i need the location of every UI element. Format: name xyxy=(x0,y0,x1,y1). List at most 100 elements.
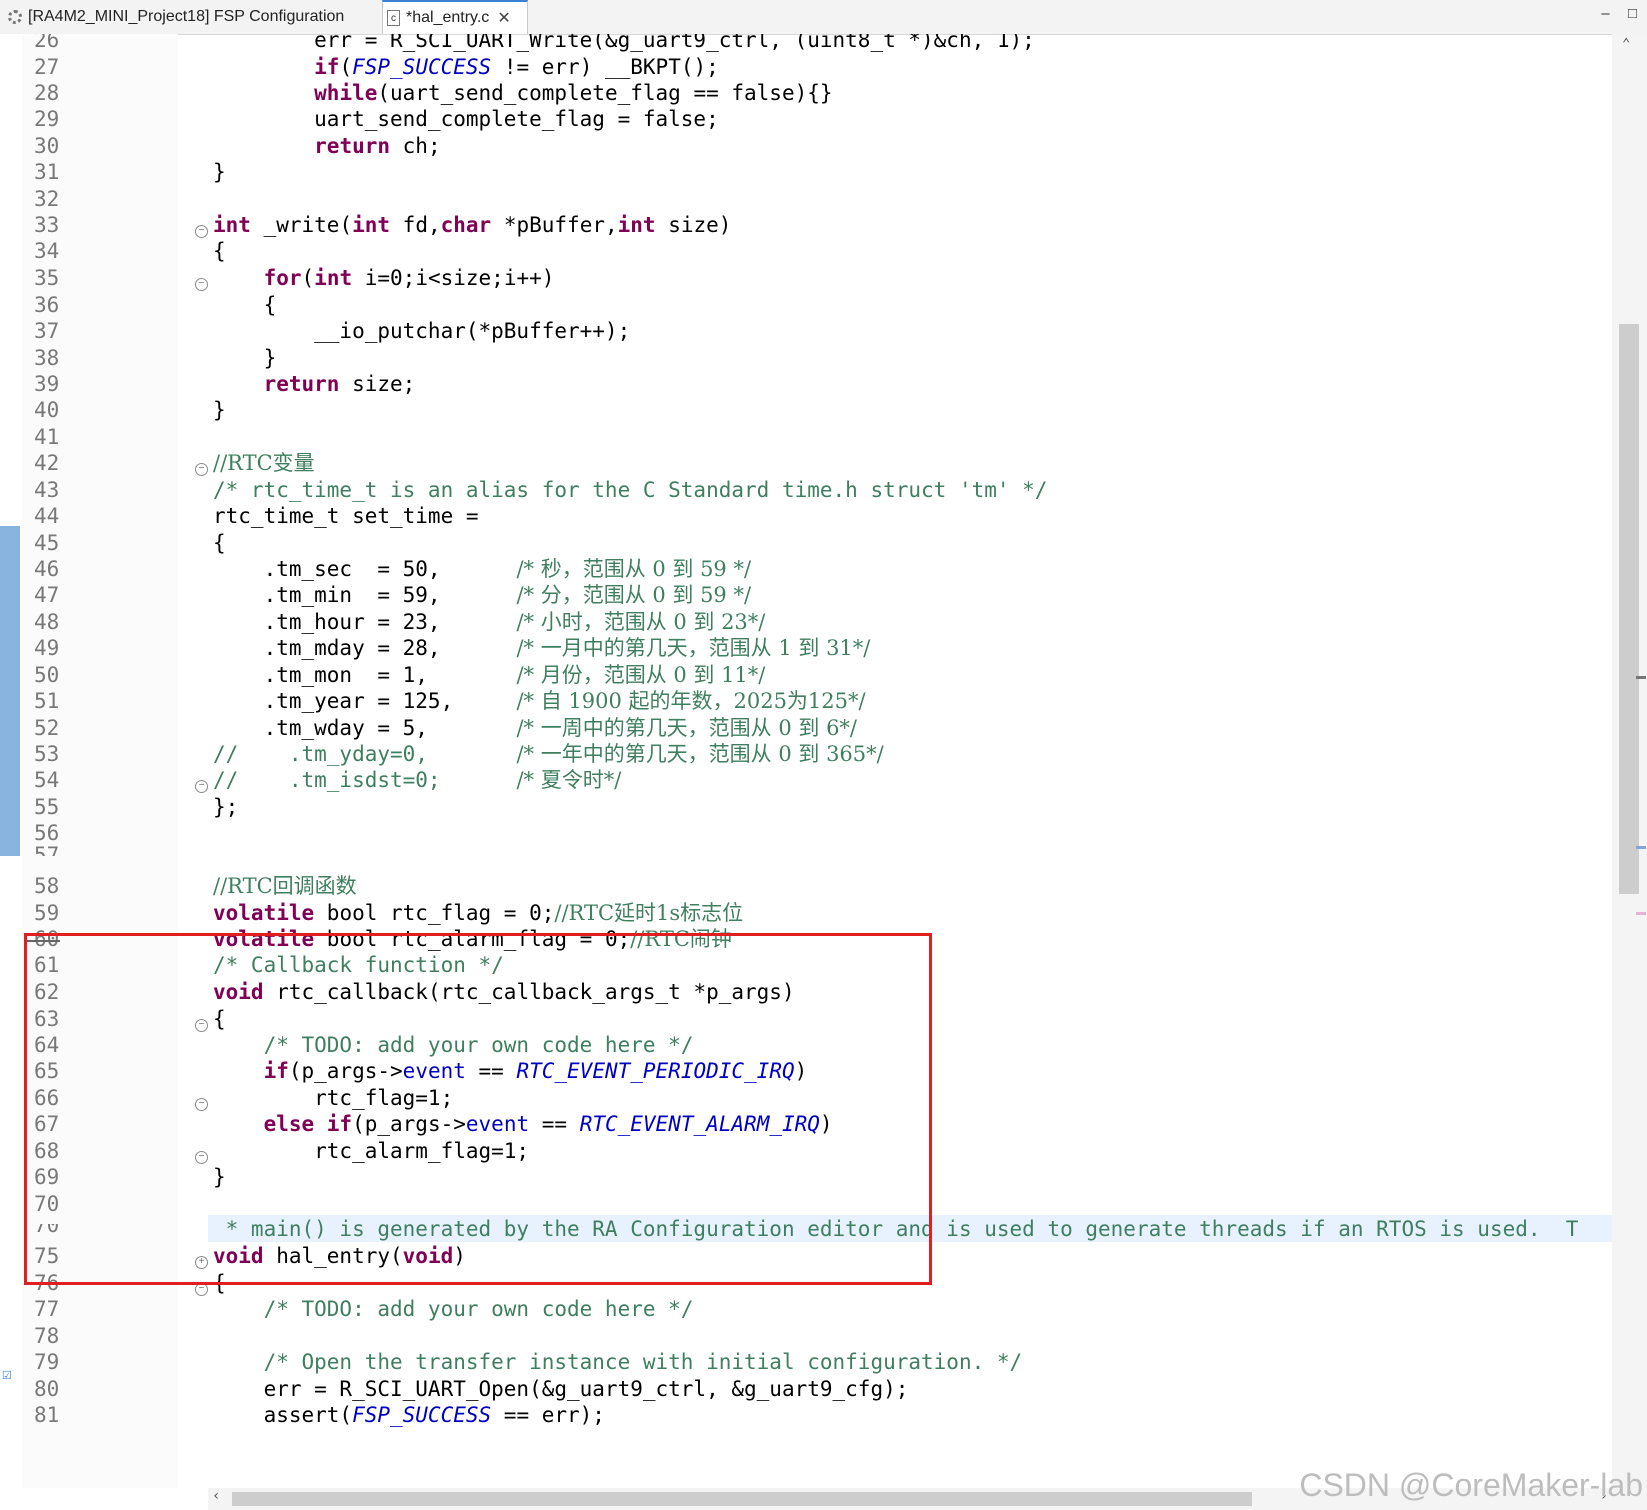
code-line: .tm_sec = 50, /* 秒，范围从 0 到 59 */ xyxy=(213,557,752,581)
line-number: 33 xyxy=(34,213,60,237)
code-line: //RTC变量 xyxy=(213,451,315,475)
line-number: 49 xyxy=(34,636,60,660)
c-file-icon: c xyxy=(387,10,400,26)
folded-region-divider xyxy=(24,940,60,942)
line-number: 53 xyxy=(34,742,60,766)
code-line: } xyxy=(213,1165,226,1189)
line-number: 50 xyxy=(34,663,60,687)
code-line: if(FSP_SUCCESS != err) __BKPT(); xyxy=(314,55,719,79)
line-number: 67 xyxy=(34,1112,60,1136)
line-number: 32 xyxy=(34,187,60,211)
overview-marker[interactable] xyxy=(1636,676,1646,679)
line-number: 80 xyxy=(34,1377,60,1401)
code-line: // .tm_yday=0, /* 一年中的第几天，范围从 0 到 365*/ xyxy=(213,742,884,766)
minimize-button[interactable]: – xyxy=(1601,5,1609,22)
line-number: 34 xyxy=(34,239,60,263)
overview-marker[interactable] xyxy=(1636,912,1646,915)
line-number: 68 xyxy=(34,1139,60,1163)
task-marker-icon[interactable]: ☑ xyxy=(2,1364,12,1383)
tab-label: [RA4M2_MINI_Project18] FSP Configuration xyxy=(28,8,345,25)
line-number: 75 xyxy=(34,1244,60,1268)
line-number: 27 xyxy=(34,55,60,79)
code-editor[interactable]: ☑ 26 27 28 29 30 31 32 33 34 35 36 37 38… xyxy=(0,34,1612,1488)
line-number: 77 xyxy=(34,1297,60,1321)
fold-toggle-icon[interactable]: − xyxy=(195,225,208,238)
expand-toggle-icon[interactable]: + xyxy=(195,1256,208,1269)
code-line: /* TODO: add your own code here */ xyxy=(213,1033,694,1057)
close-icon[interactable]: ✕ xyxy=(497,8,510,28)
code-line: if(p_args->event == RTC_EVENT_PERIODIC_I… xyxy=(263,1059,808,1083)
scroll-thumb[interactable] xyxy=(1619,324,1639,894)
fold-toggle-icon[interactable]: − xyxy=(195,1019,208,1032)
line-number: 58 xyxy=(34,874,60,898)
line-number: 52 xyxy=(34,716,60,740)
line-number: 76 xyxy=(34,1271,60,1295)
code-line: err = R_SCI_UART_Open(&g_uart9_ctrl, &g_… xyxy=(213,1377,909,1401)
chevron-left-icon[interactable]: ‹ xyxy=(212,1488,220,1504)
code-line: /* Callback function */ xyxy=(213,953,504,977)
code-line: while(uart_send_complete_flag == false){… xyxy=(314,81,833,105)
line-number: 40 xyxy=(34,398,60,422)
line-number: 47 xyxy=(34,583,60,607)
fold-toggle-icon[interactable]: − xyxy=(195,278,208,291)
code-line: .tm_min = 59, /* 分，范围从 0 到 59 */ xyxy=(213,583,752,607)
line-number: 61 xyxy=(34,953,60,977)
line-number: 39 xyxy=(34,372,60,396)
vertical-scrollbar[interactable]: ⌃ xyxy=(1612,34,1647,1510)
maximize-button[interactable]: □ xyxy=(1628,5,1637,22)
line-number: 36 xyxy=(34,293,60,317)
code-line: uart_send_complete_flag = false; xyxy=(213,107,719,131)
line-number: 31 xyxy=(34,160,60,184)
code-line: .tm_mday = 28, /* 一月中的第几天，范围从 1 到 31*/ xyxy=(213,636,871,660)
line-number: 78 xyxy=(34,1324,60,1348)
code-line: volatile bool rtc_alarm_flag = 0;//RTC闹钟 xyxy=(213,927,732,951)
gear-icon xyxy=(8,10,22,24)
editor-tab-bar: [RA4M2_MINI_Project18] FSP Configuration… xyxy=(0,0,1647,35)
tab-fsp-configuration[interactable]: [RA4M2_MINI_Project18] FSP Configuration xyxy=(4,0,379,34)
line-number: 38 xyxy=(34,346,60,370)
code-line: volatile bool rtc_flag = 0;//RTC延时1s标志位 xyxy=(213,901,744,925)
code-line: .tm_year = 125, /* 自 1900 起的年数，2025为125*… xyxy=(213,689,866,713)
code-line: } xyxy=(213,160,226,184)
code-line: /* rtc_time_t is an alias for the C Stan… xyxy=(213,478,1048,502)
code-line: // .tm_isdst=0; /* 夏令时*/ xyxy=(213,768,622,792)
window-controls: – □ xyxy=(1587,5,1637,22)
fold-toggle-icon[interactable]: − xyxy=(195,1283,208,1296)
chevron-up-icon[interactable]: ⌃ xyxy=(1622,36,1630,52)
scroll-thumb[interactable] xyxy=(232,1492,1252,1506)
line-number: 42 xyxy=(34,451,60,475)
code-line: return size; xyxy=(263,372,416,396)
code-line: } xyxy=(213,346,277,370)
code-line: /* Open the transfer instance with initi… xyxy=(213,1350,1023,1374)
code-line: else if(p_args->event == RTC_EVENT_ALARM… xyxy=(263,1112,833,1136)
line-number: 70 xyxy=(34,1192,60,1216)
fold-toggle-icon[interactable]: − xyxy=(195,463,208,476)
line-number: 43 xyxy=(34,478,60,502)
line-number: 70 xyxy=(34,1224,60,1237)
code-line: void rtc_callback(rtc_callback_args_t *p… xyxy=(213,980,795,1004)
line-number: 65 xyxy=(34,1059,60,1083)
fold-toggle-icon[interactable]: − xyxy=(195,1151,208,1164)
fold-toggle-icon[interactable]: − xyxy=(195,1098,208,1111)
line-number: 48 xyxy=(34,610,60,634)
line-number: 29 xyxy=(34,107,60,131)
code-line: { xyxy=(213,1271,226,1295)
code-line: /* TODO: add your own code here */ xyxy=(213,1297,694,1321)
code-line: //RTC回调函数 xyxy=(213,874,357,898)
overview-marker[interactable] xyxy=(1636,846,1646,849)
code-line: __io_putchar(*pBuffer++); xyxy=(213,319,631,343)
line-number: 63 xyxy=(34,1007,60,1031)
line-number: 46 xyxy=(34,557,60,581)
line-number: 37 xyxy=(34,319,60,343)
line-number: 64 xyxy=(34,1033,60,1057)
line-number: 59 xyxy=(34,901,60,925)
line-number: 28 xyxy=(34,81,60,105)
line-number: 51 xyxy=(34,689,60,713)
line-number: 79 xyxy=(34,1350,60,1374)
fold-toggle-icon[interactable]: − xyxy=(195,780,208,793)
code-line: void hal_entry(void) xyxy=(213,1244,466,1268)
tab-label: *hal_entry.c xyxy=(406,9,490,26)
change-marker xyxy=(0,526,20,856)
tab-hal-entry[interactable]: c *hal_entry.c ✕ xyxy=(382,0,528,34)
code-line: rtc_alarm_flag=1; xyxy=(213,1139,530,1163)
